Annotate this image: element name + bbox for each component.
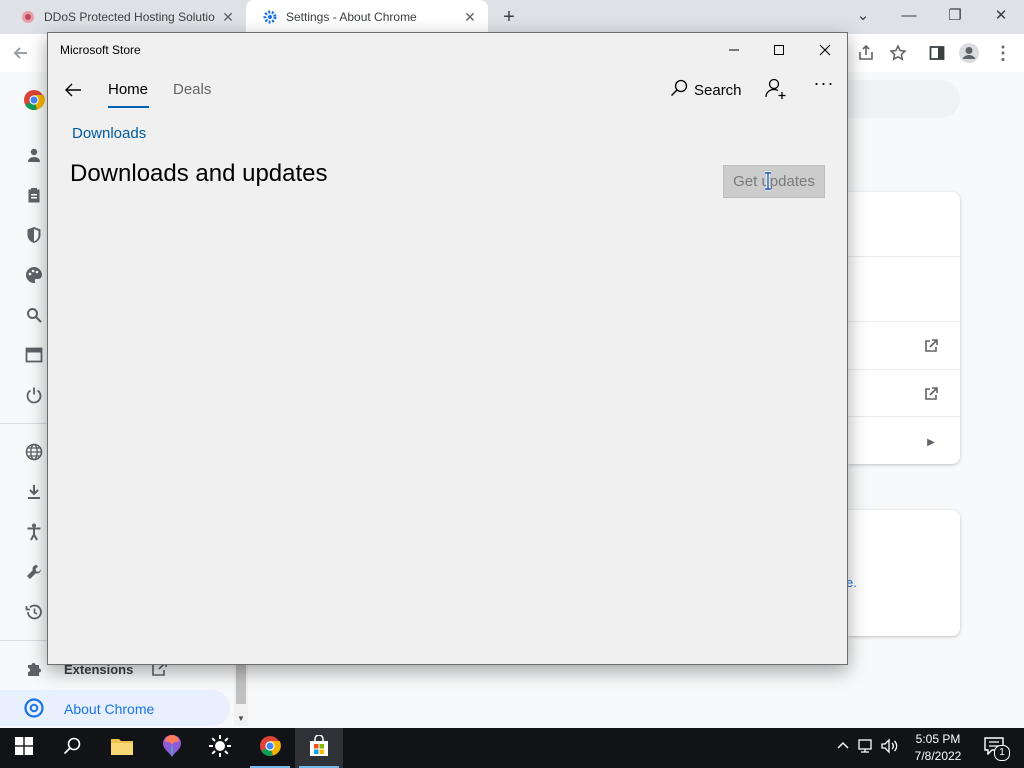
side-panel-icon[interactable]: [926, 42, 948, 64]
share-icon[interactable]: [855, 42, 877, 64]
search-icon: [63, 737, 81, 760]
chrome-info-card: [848, 510, 960, 636]
start-button[interactable]: [0, 728, 48, 768]
chrome-logo-icon: [22, 696, 46, 720]
open-external-icon[interactable]: [921, 384, 941, 404]
wrench-icon[interactable]: [22, 560, 46, 584]
search-icon: [670, 79, 688, 101]
tab-settings-about[interactable]: Settings - About Chrome ✕: [246, 0, 488, 34]
mouse-cursor-icon: [762, 171, 774, 191]
download-icon[interactable]: [22, 480, 46, 504]
paint-3d-icon: [161, 734, 183, 763]
person-icon[interactable]: [22, 143, 46, 167]
chevron-right-icon[interactable]: ▶: [921, 432, 941, 452]
network-icon[interactable]: [856, 738, 874, 759]
tab-search-dropdown-icon[interactable]: ⌄: [840, 4, 886, 28]
system-tray: [836, 728, 900, 768]
tab-title: Settings - About Chrome: [286, 10, 417, 24]
taskbar-file-explorer[interactable]: [98, 728, 146, 768]
card-divider: [848, 416, 960, 417]
volume-icon[interactable]: [880, 737, 900, 759]
clipboard-icon[interactable]: [22, 183, 46, 207]
chevron-up-icon[interactable]: [836, 739, 850, 758]
sun-icon: [208, 734, 232, 763]
bookmark-star-icon[interactable]: [887, 42, 909, 64]
card-divider: [848, 369, 960, 370]
history-icon[interactable]: [22, 600, 46, 624]
maximize-icon[interactable]: [756, 39, 802, 61]
shield-icon[interactable]: [22, 223, 46, 247]
card-divider: [848, 321, 960, 322]
windows-logo-icon: [15, 736, 33, 760]
clock-time: 5:05 PM: [915, 732, 961, 746]
taskbar-brightness[interactable]: [196, 728, 244, 768]
accessibility-icon[interactable]: [22, 520, 46, 544]
taskbar-clock[interactable]: 5:05 PM 7/8/2022: [906, 731, 970, 765]
search-icon[interactable]: [22, 303, 46, 327]
tab-home[interactable]: Home: [108, 81, 148, 98]
add-account-icon[interactable]: [764, 77, 788, 101]
browser-window-icon[interactable]: [22, 343, 46, 367]
more-options-button[interactable]: ···: [812, 73, 836, 97]
back-arrow-icon[interactable]: [10, 42, 32, 64]
active-tab-indicator: [108, 106, 149, 108]
back-arrow-icon[interactable]: [62, 79, 84, 101]
minimize-icon[interactable]: [711, 39, 757, 61]
card-divider: [848, 256, 960, 257]
get-updates-button[interactable]: Get updates: [723, 165, 825, 198]
taskbar-chrome[interactable]: [246, 728, 294, 768]
profile-avatar-icon[interactable]: [958, 42, 980, 64]
store-bag-icon: [308, 733, 330, 762]
open-external-icon[interactable]: [921, 336, 941, 356]
chrome-menu-icon[interactable]: ⋮: [992, 42, 1014, 64]
clock-date: 7/8/2022: [914, 749, 962, 763]
chrome-logo-icon: [22, 88, 46, 112]
taskbar-search-button[interactable]: [48, 728, 96, 768]
window-title: Microsoft Store: [60, 43, 141, 57]
chrome-tab-strip: DDoS Protected Hosting Solutio ✕ Setting…: [0, 0, 1024, 34]
restore-window-button[interactable]: ❐: [932, 4, 978, 28]
tab-title: DDoS Protected Hosting Solutio: [44, 10, 215, 24]
globe-icon[interactable]: [22, 440, 46, 464]
settings-search-bar[interactable]: [848, 80, 960, 118]
minimize-window-button[interactable]: —: [886, 4, 932, 28]
taskbar-paint-3d[interactable]: [148, 728, 196, 768]
close-icon[interactable]: [802, 39, 848, 61]
power-icon[interactable]: [22, 383, 46, 407]
tab-deals[interactable]: Deals: [173, 81, 211, 98]
palette-icon[interactable]: [22, 263, 46, 287]
close-window-button[interactable]: ✕: [978, 4, 1024, 28]
chrome-logo-icon: [259, 735, 281, 762]
gear-icon: [262, 9, 278, 25]
taskbar-microsoft-store[interactable]: [295, 728, 343, 768]
breadcrumb-downloads[interactable]: Downloads: [72, 125, 146, 142]
sidebar-item-label: About Chrome: [64, 701, 155, 717]
new-tab-button[interactable]: +: [498, 6, 520, 28]
folder-icon: [110, 736, 134, 761]
about-chrome-card: [848, 192, 960, 464]
tab-ddos-hosting[interactable]: DDoS Protected Hosting Solutio ✕: [4, 0, 246, 34]
close-tab-icon[interactable]: ✕: [220, 9, 236, 25]
puzzle-icon: [22, 657, 46, 681]
microsoft-store-window: Microsoft Store Home Deals Search ··· Do…: [47, 32, 848, 665]
search-label: Search: [694, 81, 742, 99]
notification-icon: 1: [984, 737, 1010, 761]
search-button[interactable]: Search: [670, 79, 742, 101]
sidebar-item-about-chrome[interactable]: About Chrome: [0, 690, 230, 726]
action-center-button[interactable]: 1: [980, 728, 1010, 768]
scroll-down-arrow-icon[interactable]: ▼: [237, 714, 245, 723]
ddos-site-icon: [20, 9, 36, 25]
page-title: Downloads and updates: [70, 160, 328, 187]
notification-count-badge: 1: [994, 745, 1010, 761]
close-tab-icon[interactable]: ✕: [462, 9, 478, 25]
